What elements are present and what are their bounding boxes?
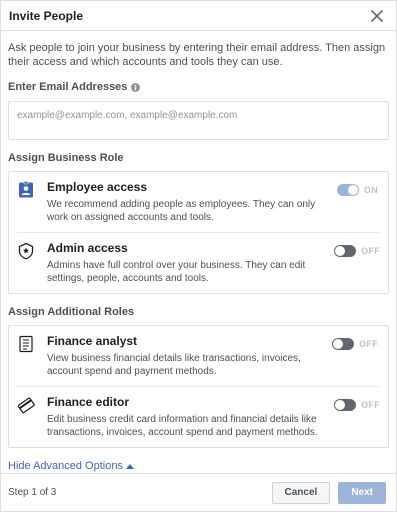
toggle-state-label: ON: [363, 185, 378, 195]
admin-shield-icon: [17, 241, 37, 285]
toggle-state-label: OFF: [361, 246, 380, 256]
option-finance-analyst[interactable]: Finance analyst View business financial …: [9, 326, 388, 386]
option-description: Edit business credit card information an…: [47, 414, 318, 438]
email-section-label: Enter Email Addresses: [8, 81, 389, 93]
finance-editor-toggle[interactable]: OFF: [334, 399, 380, 411]
email-label: Enter Email Addresses: [8, 81, 128, 93]
option-text: Finance editor Edit business credit card…: [47, 395, 380, 439]
option-employee-access[interactable]: Employee access We recommend adding peop…: [9, 172, 388, 232]
additional-roles-label: Assign Additional Roles: [8, 306, 135, 318]
close-icon[interactable]: [370, 9, 384, 23]
advanced-link-label: Hide Advanced Options: [8, 460, 123, 472]
cancel-button[interactable]: Cancel: [271, 481, 331, 504]
dialog-footer: Step 1 of 3 Cancel Next: [1, 473, 396, 511]
option-description: We recommend adding people as employees.…: [47, 199, 316, 223]
toggle-switch[interactable]: [334, 245, 357, 257]
option-text: Admin access Admins have full control ov…: [47, 241, 380, 285]
admin-access-toggle[interactable]: OFF: [334, 245, 380, 257]
option-description: View business financial details like tra…: [47, 353, 301, 377]
dialog-body: Ask people to join your business by ente…: [1, 31, 396, 472]
business-role-group: Employee access We recommend adding peop…: [8, 171, 389, 294]
footer-buttons: Cancel Next: [271, 481, 386, 504]
option-title: Admin access: [47, 241, 128, 255]
employee-access-toggle[interactable]: ON: [336, 184, 378, 196]
option-title: Finance editor: [47, 395, 130, 409]
toggle-switch[interactable]: [336, 184, 359, 196]
business-role-label: Assign Business Role: [8, 152, 124, 164]
toggle-switch[interactable]: [334, 399, 357, 411]
intro-text: Ask people to join your business by ente…: [8, 42, 386, 68]
finance-analyst-toggle[interactable]: OFF: [332, 338, 378, 350]
caret-up-icon: [125, 463, 134, 469]
additional-roles-group: Finance analyst View business financial …: [8, 325, 389, 448]
toggle-state-label: OFF: [361, 400, 380, 410]
toggle-state-label: OFF: [359, 339, 378, 349]
ledger-icon: [17, 334, 37, 378]
option-admin-access[interactable]: Admin access Admins have full control ov…: [17, 232, 380, 293]
credit-card-icon: [17, 395, 37, 439]
dialog-title: Invite People: [9, 8, 84, 23]
option-text: Finance analyst View business financial …: [47, 334, 380, 378]
option-title: Employee access: [47, 180, 148, 194]
info-icon[interactable]: [131, 82, 141, 92]
option-finance-editor[interactable]: Finance editor Edit business credit card…: [17, 386, 380, 447]
toggle-switch[interactable]: [332, 338, 355, 350]
step-indicator: Step 1 of 3: [8, 487, 57, 498]
option-description: Admins have full control over your busin…: [47, 260, 306, 284]
invite-people-dialog: Invite People Ask people to join your bu…: [0, 0, 397, 512]
email-field-container: [8, 101, 389, 140]
next-button[interactable]: Next: [338, 481, 386, 504]
hide-advanced-options-link[interactable]: Hide Advanced Options: [8, 460, 134, 472]
email-input[interactable]: [17, 110, 380, 121]
option-text: Employee access We recommend adding peop…: [47, 180, 380, 224]
option-title: Finance analyst: [47, 334, 138, 348]
dialog-header: Invite People: [1, 1, 396, 31]
employee-badge-icon: [17, 180, 37, 224]
